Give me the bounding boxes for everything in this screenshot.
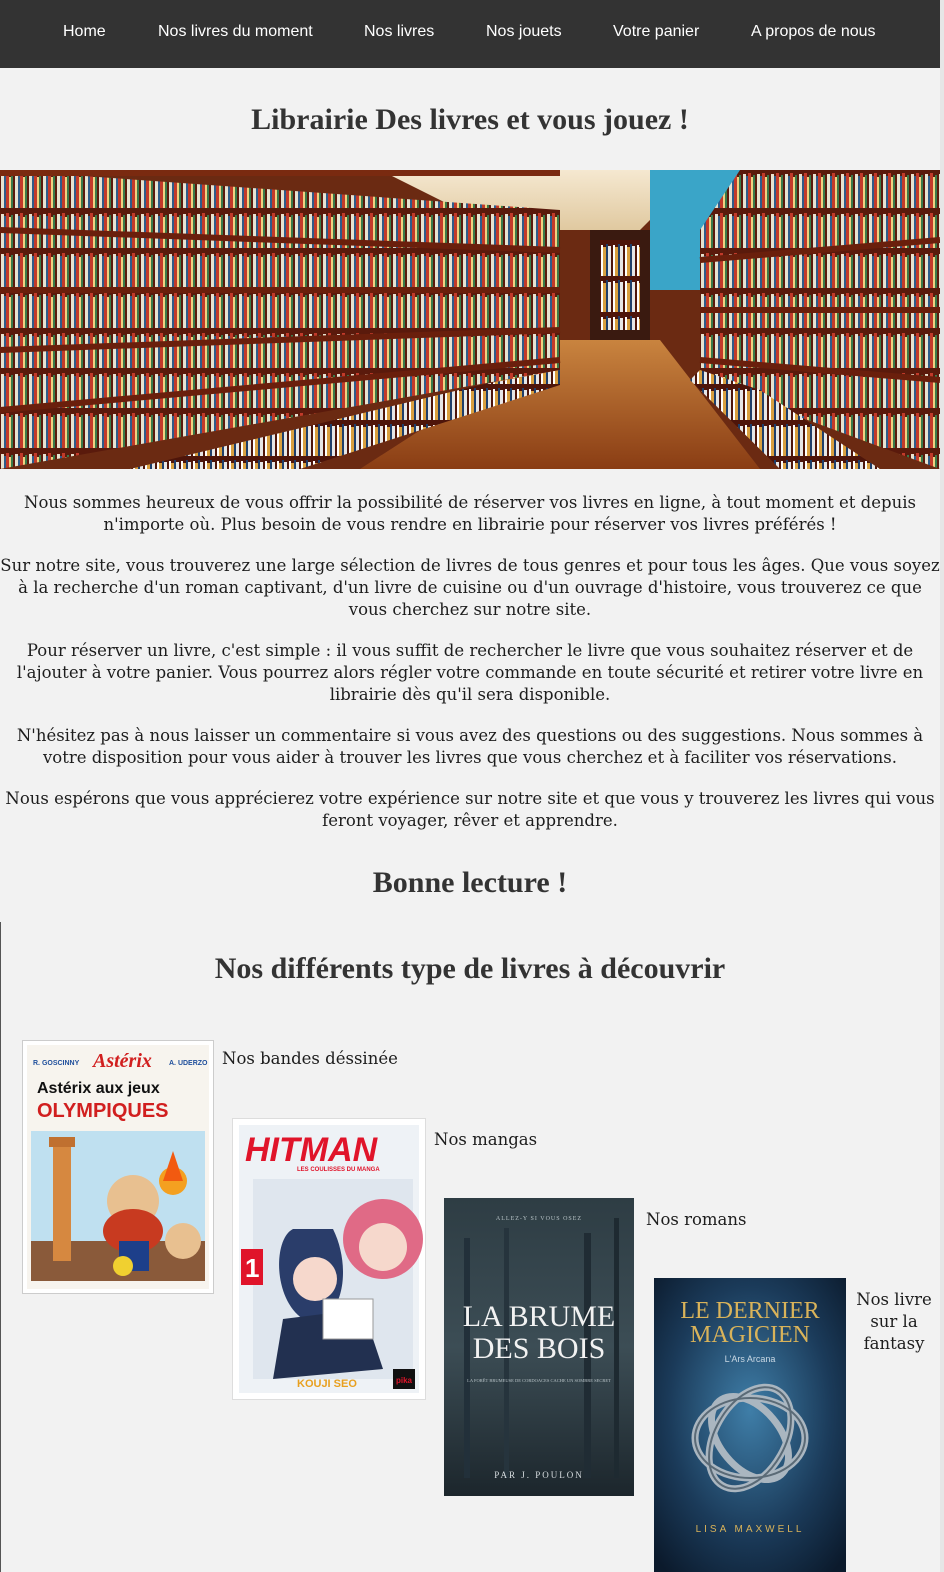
cover4-author: LISA MAXWELL (696, 1524, 805, 1535)
cover-roman[interactable]: ALLEZ-Y SI VOUS OSEZ LA BRUME DES BOIS L… (444, 1198, 634, 1496)
cover-manga[interactable]: HITMAN LES COULISSES DU MANGA 1 KOUJI SE… (232, 1118, 426, 1400)
caption-fantasy: Nos livre sur la fantasy (856, 1290, 932, 1353)
caption-roman: Nos romans (646, 1210, 747, 1229)
cover2-title: HITMAN (245, 1131, 379, 1169)
cover4-title-line2: MAGICIEN (690, 1322, 810, 1348)
cover1-author-left: R. GOSCINNY (33, 1060, 80, 1067)
cover3-title-line1: LA BRUME (463, 1300, 616, 1333)
intro-paragraph: Pour réserver un livre, c'est simple : i… (16, 641, 924, 704)
nav-panier[interactable]: Votre panier (613, 23, 699, 41)
cover1-title-line2: OLYMPIQUES (37, 1100, 169, 1122)
intro-paragraph: N'hésitez pas à nous laisser un commenta… (16, 726, 924, 767)
nav-a-propos[interactable]: A propos de nous (751, 23, 876, 41)
intro-paragraph: Sur notre site, vous trouverez une large… (0, 556, 940, 619)
caption-manga: Nos mangas (434, 1130, 538, 1149)
cover1-author-right: A. UDERZO (169, 1060, 208, 1067)
intro-paragraph: Nous sommes heureux de vous offrir la po… (24, 493, 916, 534)
cover4-title-line1: LE DERNIER (680, 1298, 819, 1324)
top-nav: Home Nos livres du moment Nos livres Nos… (0, 0, 940, 68)
cover-fantasy[interactable]: LE DERNIER MAGICIEN L'Ars Arcana LISA MA… (654, 1278, 846, 1572)
caption-bande-dessinee: Nos bandes déssinée (222, 1049, 398, 1068)
cover2-volume: 1 (245, 1253, 259, 1283)
cover1-title-line1: Astérix aux jeux (37, 1080, 160, 1097)
cover3-title-line2: DES BOIS (473, 1332, 606, 1365)
intro-text: Nous sommes heureux de vous offrir la po… (0, 492, 940, 851)
cover3-tagline: ALLEZ-Y SI VOUS OSEZ (496, 1216, 582, 1222)
cover-bande-dessinee[interactable]: R. GOSCINNY Astérix A. UDERZO Astérix au… (22, 1040, 214, 1294)
cover2-publisher: pika (396, 1376, 413, 1385)
closing-heading: Bonne lecture ! (372, 866, 568, 899)
cover3-blurb: LA FORÊT BRUMEUSE DE CORDOACES CACHE UN … (467, 1378, 611, 1383)
types-heading: Nos différents type de livres à découvri… (214, 952, 726, 985)
nav-jouets[interactable]: Nos jouets (486, 23, 562, 41)
bookstore-banner-image (0, 170, 940, 469)
cover2-author: KOUJI SEO (297, 1378, 357, 1390)
intro-paragraph: Nous espérons que vous apprécierez votre… (5, 789, 935, 830)
nav-home[interactable]: Home (63, 23, 106, 41)
page-title: Librairie Des livres et vous jouez ! (251, 103, 689, 136)
nav-livres[interactable]: Nos livres (364, 23, 434, 41)
cover1-logo: Astérix (91, 1050, 152, 1072)
cover2-subtitle: LES COULISSES DU MANGA (297, 1167, 380, 1173)
page-scrollbar[interactable] (940, 0, 944, 1572)
cover3-author: PAR J. POULON (494, 1470, 583, 1480)
section-divider (0, 922, 1, 1572)
cover4-subtitle: L'Ars Arcana (725, 1354, 776, 1364)
nav-livres-du-moment[interactable]: Nos livres du moment (158, 23, 313, 41)
